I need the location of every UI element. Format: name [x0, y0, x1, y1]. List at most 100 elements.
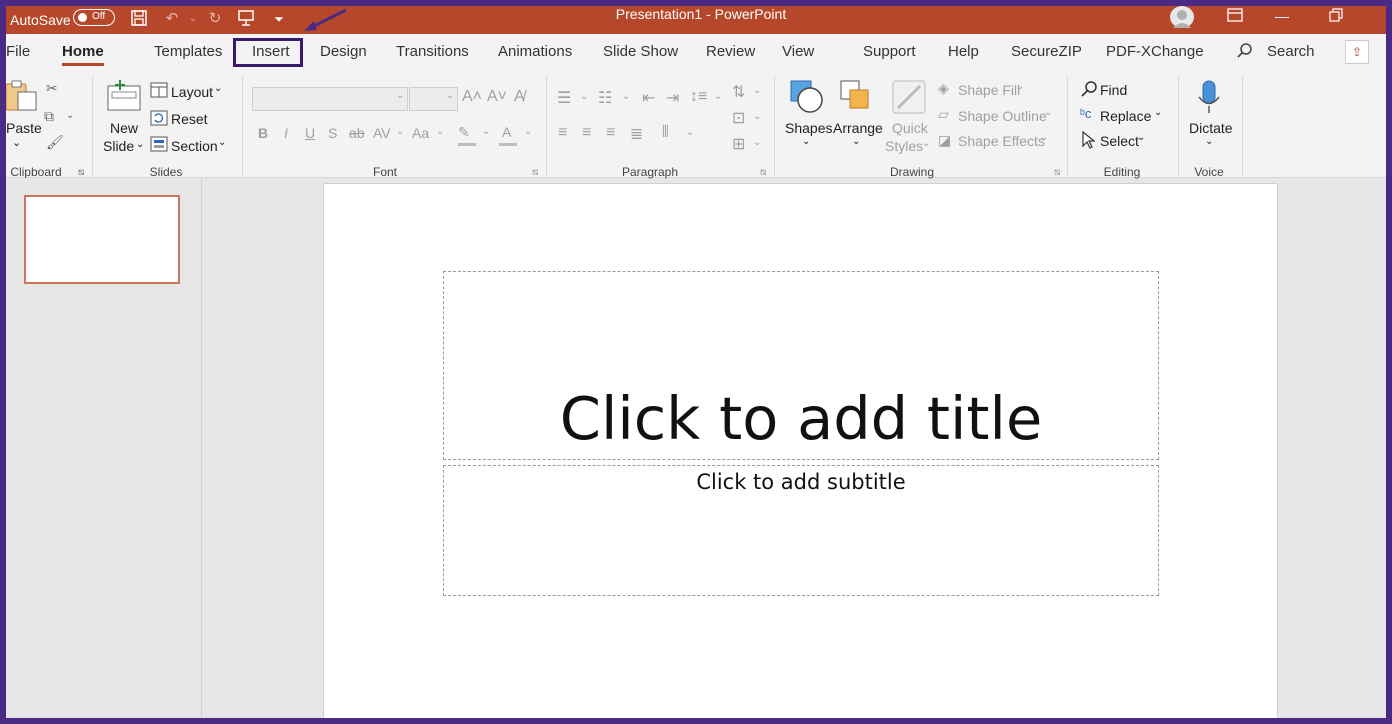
- numbering-icon[interactable]: ☷: [598, 88, 612, 108]
- select-label[interactable]: Select: [1100, 133, 1139, 149]
- layout-dropdown-icon[interactable]: ⌄: [214, 83, 222, 94]
- find-icon[interactable]: [1080, 80, 1098, 98]
- replace-dropdown-icon[interactable]: ⌄: [1154, 107, 1162, 118]
- tab-file[interactable]: File: [6, 43, 30, 60]
- dictate-dropdown-icon[interactable]: ⌄: [1205, 136, 1213, 147]
- redo-icon[interactable]: ↻: [204, 9, 226, 29]
- shape-effects-icon[interactable]: ◪: [938, 132, 951, 149]
- tab-slide-show[interactable]: Slide Show: [603, 43, 678, 60]
- find-label[interactable]: Find: [1100, 82, 1127, 98]
- shape-outline-label[interactable]: Shape Outline: [958, 108, 1047, 124]
- tab-animations[interactable]: Animations: [498, 43, 572, 60]
- tab-design[interactable]: Design: [320, 43, 367, 60]
- tab-securezip[interactable]: SecureZIP: [1011, 43, 1082, 60]
- restore-icon[interactable]: [1321, 8, 1351, 28]
- arrange-label[interactable]: Arrange: [833, 120, 883, 136]
- character-spacing-icon[interactable]: AV: [373, 125, 391, 141]
- align-right-icon[interactable]: ≡: [606, 124, 615, 142]
- font-name-combo[interactable]: [252, 87, 408, 111]
- font-launcher-icon[interactable]: ⧅: [532, 167, 538, 178]
- align-text-icon[interactable]: ⊡: [732, 108, 745, 128]
- shadow-icon[interactable]: S: [328, 125, 337, 141]
- smartart-dropdown-icon[interactable]: ⌄: [753, 137, 761, 148]
- new-slide-label-1[interactable]: New: [110, 120, 138, 136]
- shape-outline-icon[interactable]: ▱: [938, 106, 949, 123]
- tab-templates[interactable]: Templates: [154, 43, 222, 60]
- numbering-dropdown-icon[interactable]: ⌄: [622, 91, 630, 102]
- dictate-label[interactable]: Dictate: [1189, 120, 1233, 136]
- quick-styles-dropdown-icon[interactable]: ⌄: [922, 138, 930, 149]
- slide-thumbnail[interactable]: [24, 195, 180, 284]
- shape-outline-dropdown-icon[interactable]: ⌄: [1044, 107, 1052, 118]
- quick-styles-label-2[interactable]: Styles: [885, 138, 923, 154]
- case-dropdown-icon[interactable]: ⌄: [436, 126, 444, 137]
- line-spacing-icon[interactable]: ↕≡: [690, 88, 707, 106]
- present-icon[interactable]: [235, 9, 257, 29]
- align-text-dropdown-icon[interactable]: ⌄: [753, 111, 761, 122]
- clear-formatting-icon[interactable]: A̸: [514, 88, 525, 106]
- decrease-indent-icon[interactable]: ⇤: [642, 88, 655, 108]
- bold-icon[interactable]: B: [258, 125, 268, 141]
- section-icon[interactable]: [150, 136, 168, 152]
- subtitle-placeholder[interactable]: Click to add subtitle: [443, 465, 1159, 596]
- font-color-dropdown-icon[interactable]: ⌄: [524, 126, 532, 137]
- line-spacing-dropdown-icon[interactable]: ⌄: [714, 91, 722, 102]
- tab-home[interactable]: Home: [62, 43, 104, 66]
- share-icon[interactable]: ⇪: [1345, 40, 1369, 64]
- copy-icon[interactable]: ⧉: [44, 108, 54, 125]
- drawing-launcher-icon[interactable]: ⧅: [1054, 167, 1060, 178]
- layout-label[interactable]: Layout: [171, 84, 213, 100]
- tab-help[interactable]: Help: [948, 43, 979, 60]
- bullets-dropdown-icon[interactable]: ⌄: [580, 91, 588, 102]
- font-size-dropdown-icon[interactable]: ⌄: [446, 90, 454, 101]
- quick-styles-icon[interactable]: [892, 80, 926, 114]
- paste-dropdown-icon[interactable]: ⌄: [12, 136, 21, 149]
- new-slide-label-2[interactable]: Slide: [103, 138, 134, 154]
- section-dropdown-icon[interactable]: ⌄: [218, 137, 226, 148]
- paragraph-launcher-icon[interactable]: ⧅: [760, 167, 766, 178]
- shapes-dropdown-icon[interactable]: ⌄: [802, 136, 810, 147]
- arrange-icon[interactable]: [840, 80, 874, 114]
- search-icon[interactable]: [1236, 42, 1254, 65]
- paste-icon[interactable]: [6, 78, 38, 112]
- reset-icon[interactable]: [150, 110, 168, 126]
- shape-fill-label[interactable]: Shape Fill: [958, 82, 1020, 98]
- save-icon[interactable]: [128, 9, 150, 29]
- columns-icon[interactable]: ⫴: [662, 124, 669, 142]
- tab-transitions[interactable]: Transitions: [396, 43, 469, 60]
- highlight-dropdown-icon[interactable]: ⌄: [482, 126, 490, 137]
- select-dropdown-icon[interactable]: ⌄: [1137, 132, 1145, 143]
- undo-icon[interactable]: ↶: [161, 9, 183, 29]
- strikethrough-icon[interactable]: ab: [349, 125, 365, 141]
- new-slide-icon[interactable]: [106, 80, 142, 112]
- font-color-icon[interactable]: A: [502, 124, 511, 140]
- shape-effects-label[interactable]: Shape Effects: [958, 133, 1045, 149]
- quick-styles-label-1[interactable]: Quick: [892, 120, 928, 136]
- title-placeholder[interactable]: Click to add title: [443, 271, 1159, 460]
- text-direction-dropdown-icon[interactable]: ⌄: [753, 85, 761, 96]
- shape-fill-icon[interactable]: ◈: [938, 80, 949, 97]
- align-center-icon[interactable]: ≡: [582, 124, 591, 142]
- minimize-icon[interactable]: —: [1267, 8, 1297, 28]
- replace-label[interactable]: Replace: [1100, 108, 1151, 124]
- justify-icon[interactable]: ≣: [630, 124, 643, 144]
- smartart-icon[interactable]: ⊞: [732, 134, 745, 154]
- select-icon[interactable]: [1081, 131, 1095, 149]
- undo-dropdown-icon[interactable]: ⌄: [182, 9, 204, 29]
- font-name-dropdown-icon[interactable]: ⌄: [396, 90, 404, 101]
- cut-icon[interactable]: ✂: [46, 80, 58, 97]
- replace-icon[interactable]: ᵇc: [1080, 106, 1091, 121]
- shapes-label[interactable]: Shapes: [785, 120, 832, 136]
- arrange-dropdown-icon[interactable]: ⌄: [852, 136, 860, 147]
- tab-pdf-xchange[interactable]: PDF-XChange: [1106, 43, 1204, 60]
- shape-effects-dropdown-icon[interactable]: ⌄: [1040, 132, 1048, 143]
- highlight-icon[interactable]: ✎: [458, 124, 470, 141]
- italic-icon[interactable]: I: [284, 125, 288, 141]
- text-direction-icon[interactable]: ⇅: [732, 82, 745, 102]
- shrink-font-icon[interactable]: A˅: [487, 88, 507, 106]
- spacing-dropdown-icon[interactable]: ⌄: [396, 126, 404, 137]
- tab-support[interactable]: Support: [863, 43, 916, 60]
- clipboard-launcher-icon[interactable]: ⧅: [78, 167, 84, 178]
- underline-icon[interactable]: U: [305, 125, 315, 141]
- ribbon-display-icon[interactable]: [1220, 8, 1250, 28]
